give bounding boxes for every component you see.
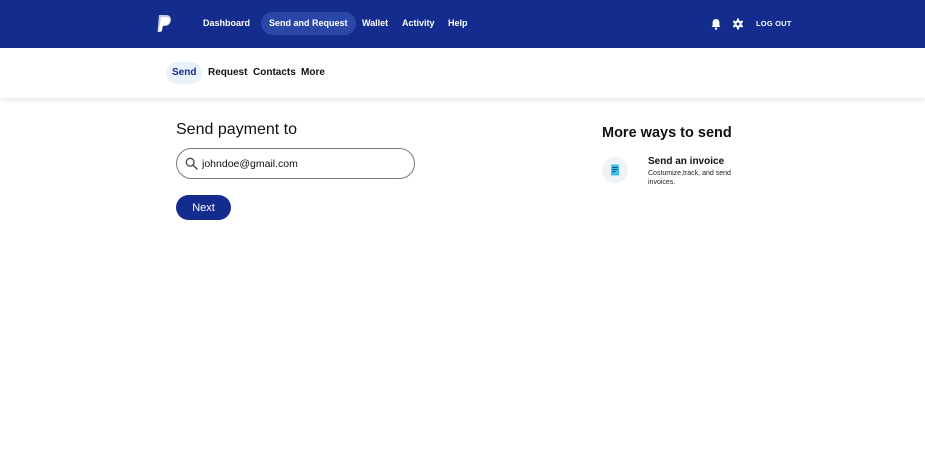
nav-send-and-request[interactable]: Send and Request bbox=[261, 12, 356, 35]
page-title: Send payment to bbox=[176, 121, 297, 138]
bell-icon[interactable] bbox=[709, 17, 723, 31]
nav-wallet[interactable]: Wallet bbox=[362, 12, 388, 35]
top-navigation-bar: Dashboard Send and Request Wallet Activi… bbox=[0, 0, 925, 48]
invoice-icon-container[interactable] bbox=[602, 157, 628, 183]
nav-dashboard[interactable]: Dashboard bbox=[203, 12, 250, 35]
sub-navigation-bar: Send Request Contacts More bbox=[0, 48, 925, 98]
tab-request[interactable]: Request bbox=[208, 62, 247, 84]
tab-contacts[interactable]: Contacts bbox=[253, 62, 296, 84]
recipient-search-box[interactable] bbox=[176, 148, 415, 179]
gear-icon[interactable] bbox=[731, 17, 745, 31]
paypal-logo-icon[interactable] bbox=[156, 14, 172, 34]
tab-send[interactable]: Send bbox=[166, 62, 203, 84]
send-invoice-description: Costumize,track, and send invoices. bbox=[648, 170, 731, 186]
nav-activity[interactable]: Activity bbox=[402, 12, 435, 35]
invoice-icon bbox=[611, 164, 619, 176]
tab-more[interactable]: More bbox=[301, 62, 325, 84]
search-icon bbox=[185, 157, 198, 170]
recipient-input[interactable] bbox=[202, 154, 402, 173]
logout-button[interactable]: LOG OUT bbox=[756, 12, 792, 35]
send-invoice-link[interactable]: Send an invoice bbox=[648, 156, 724, 167]
more-ways-title: More ways to send bbox=[602, 125, 732, 141]
next-button[interactable]: Next bbox=[176, 195, 231, 220]
nav-help[interactable]: Help bbox=[448, 12, 468, 35]
